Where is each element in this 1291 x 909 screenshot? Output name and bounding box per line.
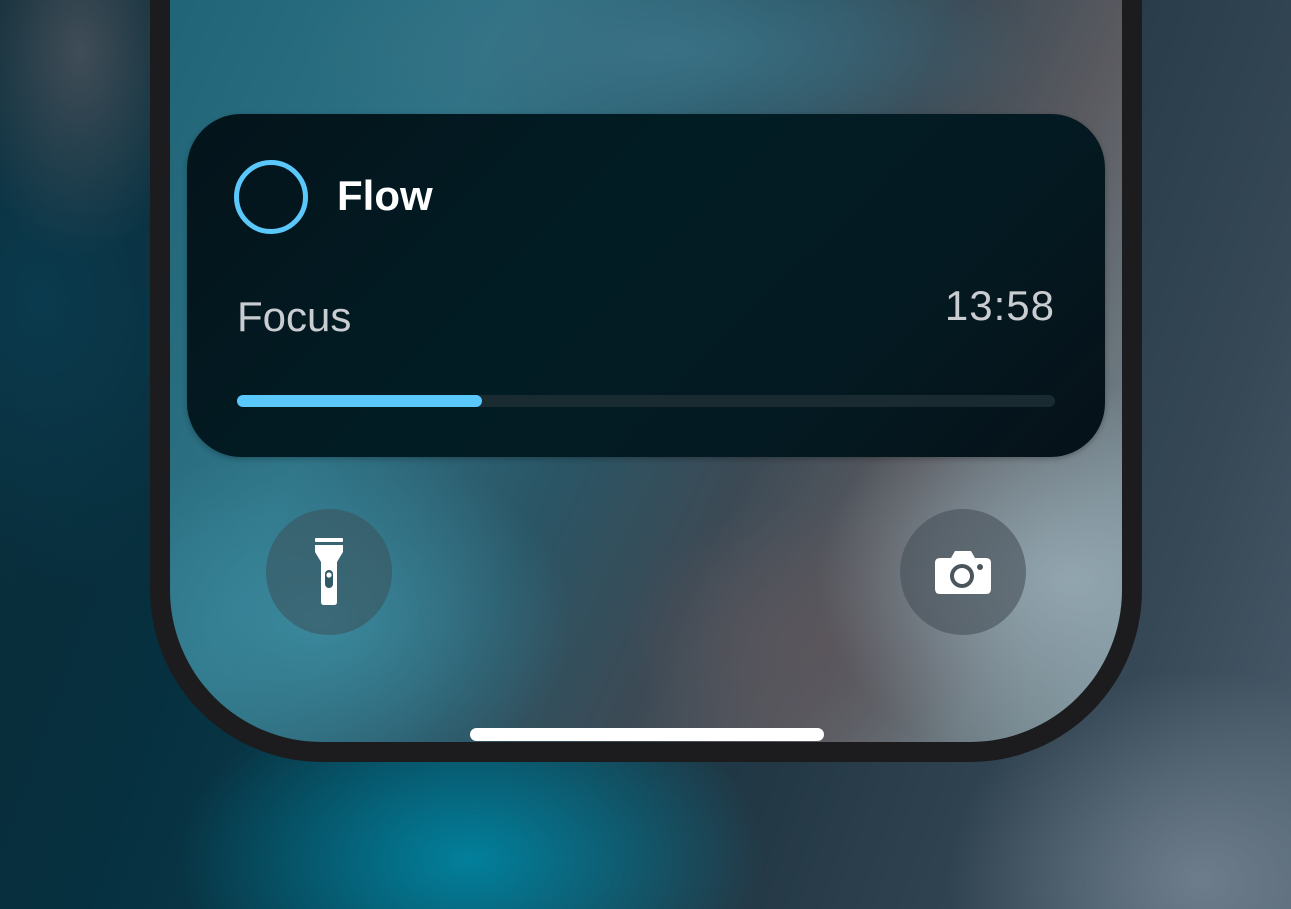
camera-icon <box>935 551 991 594</box>
progress-bar-fill <box>237 395 483 407</box>
lock-screen: Flow Focus 13:58 <box>170 0 1122 742</box>
progress-bar <box>237 395 1055 407</box>
session-mode-label: Focus <box>237 293 352 340</box>
camera-button[interactable] <box>900 509 1026 635</box>
flashlight-button[interactable] <box>266 509 392 635</box>
app-title: Flow <box>337 172 433 219</box>
phone-frame: Flow Focus 13:58 <box>150 0 1142 762</box>
flashlight-icon <box>315 538 343 605</box>
live-activity-widget[interactable]: Flow Focus 13:58 <box>187 114 1105 457</box>
time-remaining: 13:58 <box>944 282 1055 329</box>
home-indicator[interactable] <box>470 728 824 741</box>
progress-ring-icon <box>234 160 308 234</box>
